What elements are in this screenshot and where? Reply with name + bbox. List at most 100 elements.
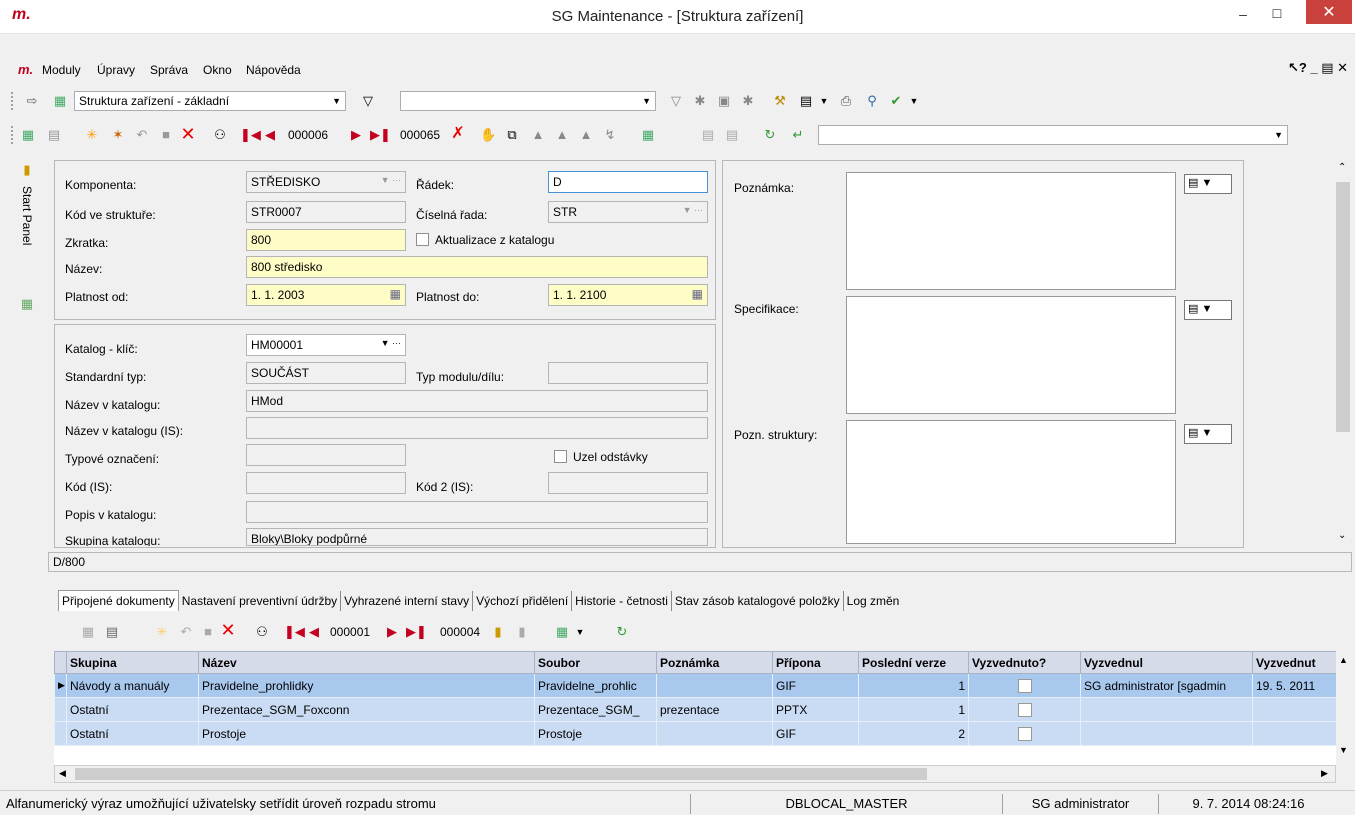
cell-poznamka[interactable] <box>656 673 773 698</box>
menu-napoveda[interactable]: Nápověda <box>246 63 301 77</box>
katalog-field[interactable]: HM00001 ▼ ··· <box>246 334 406 356</box>
table-row[interactable]: ▶ Návody a manuály Pravidelne_prohlidky … <box>54 673 1345 698</box>
find-icon[interactable]: ⚇ <box>212 127 228 143</box>
specifikace-format-button[interactable]: ▤ ▼ <box>1184 300 1232 320</box>
scroll-left-icon[interactable]: ◀ <box>59 768 66 779</box>
platnost-od-field[interactable]: 1. 1. 2003 ▦ <box>246 284 406 306</box>
cell-vyzvednut[interactable] <box>1252 721 1345 746</box>
std-typ-field[interactable]: SOUČÁST <box>246 362 406 384</box>
record-select[interactable]: ▼ <box>818 125 1288 145</box>
cell-vyzvednul[interactable]: SG administrator [sgadmin <box>1080 673 1253 698</box>
delete-icon[interactable]: ✕ <box>180 125 196 143</box>
col-vyzvednul[interactable]: Vyzvednul <box>1080 651 1253 674</box>
copy-icon[interactable]: ⧉ <box>504 127 520 143</box>
vyzvednuto-checkbox[interactable] <box>1017 702 1032 717</box>
cell-vyzvednut[interactable]: 19. 5. 2011 <box>1252 673 1345 698</box>
table-tools-icon[interactable]: ▦ <box>554 624 570 640</box>
platnost-do-field[interactable]: 1. 1. 2100 ▦ <box>548 284 708 306</box>
open-document-icon[interactable]: ▮ <box>490 624 506 640</box>
col-posledni-verze[interactable]: Poslední verze <box>858 651 969 674</box>
scroll-up-icon[interactable]: ⌃ <box>1338 162 1346 173</box>
tab-historie-cetnosti[interactable]: Historie - četnosti <box>572 591 672 611</box>
next-record-icon[interactable]: ▶ <box>384 624 400 640</box>
filter-select[interactable]: ▼ <box>400 91 656 111</box>
filter-clear-icon[interactable]: ✱ <box>740 93 756 109</box>
report-icon[interactable]: ▤ <box>798 93 814 109</box>
scroll-down-icon[interactable]: ▼ <box>1339 745 1348 755</box>
skupina-field[interactable]: Bloky\Bloky podpůrné <box>246 528 708 546</box>
print-preview-icon[interactable]: ⚲ <box>864 93 880 109</box>
exit-icon[interactable]: ⇨ <box>24 93 40 109</box>
col-vyzvednut[interactable]: Vyzvednut <box>1252 651 1345 674</box>
menu-okno[interactable]: Okno <box>203 63 232 77</box>
col-vyzvednuto[interactable]: Vyzvednuto? <box>968 651 1081 674</box>
cell-vyzvednuto[interactable] <box>968 697 1081 722</box>
grid-icon[interactable]: ▦ <box>80 624 96 640</box>
cell-vyzvednut[interactable] <box>1252 697 1345 722</box>
col-soubor[interactable]: Soubor <box>534 651 657 674</box>
tree-icon[interactable]: ▲ <box>530 127 546 143</box>
table-row[interactable]: Ostatní Prezentace_SGM_Foxconn Prezentac… <box>54 697 1345 722</box>
cell-skupina[interactable]: Ostatní <box>66 721 199 746</box>
first-record-icon[interactable]: ❚◀ <box>240 127 261 143</box>
hand-icon[interactable]: ✋ <box>480 127 496 143</box>
view-select[interactable]: Struktura zařízení - základní ▼ <box>74 91 346 111</box>
zkratka-field[interactable]: 800 <box>246 229 406 251</box>
new-record-icon[interactable]: ✳ <box>154 624 170 640</box>
pozn-struktury-textarea[interactable] <box>846 420 1176 544</box>
nazev-field[interactable]: 800 středisko <box>246 256 708 278</box>
grid-vscrollbar[interactable]: ▲ ▼ <box>1336 651 1352 765</box>
first-record-icon[interactable]: ❚◀ <box>284 624 305 640</box>
col-skupina[interactable]: Skupina <box>66 651 199 674</box>
print-icon[interactable]: ⎙ <box>838 93 854 109</box>
next-record-icon[interactable]: ▶ <box>348 127 364 143</box>
cell-pripona[interactable]: PPTX <box>772 697 859 722</box>
cell-pripona[interactable]: GIF <box>772 721 859 746</box>
minimize-button[interactable]: – <box>1228 0 1258 30</box>
tools-icon[interactable]: ⚒ <box>772 93 788 109</box>
kod-field[interactable]: STR0007 <box>246 201 406 223</box>
calendar-icon[interactable]: ▦ <box>390 287 401 301</box>
cell-pripona[interactable]: GIF <box>772 673 859 698</box>
menu-upravy[interactable]: Úpravy <box>97 63 135 77</box>
chevron-down-icon[interactable]: ▼ <box>816 93 832 109</box>
find-icon[interactable]: ⚇ <box>254 624 270 640</box>
cell-soubor[interactable]: Prezentace_SGM_ <box>534 697 657 722</box>
kod-is-field[interactable] <box>246 472 406 494</box>
prev-record-icon[interactable]: ◀ <box>262 127 278 143</box>
close-button[interactable]: ✕ <box>1306 0 1352 24</box>
import-icon[interactable]: ↵ <box>790 127 806 143</box>
typove-field[interactable] <box>246 444 406 466</box>
form-scrollbar[interactable]: ⌃ ⌄ <box>1334 160 1352 548</box>
kod2-field[interactable] <box>548 472 708 494</box>
menu-moduly[interactable]: Moduly <box>42 63 81 77</box>
scroll-right-icon[interactable]: ▶ <box>1321 768 1328 779</box>
grid-hscrollbar[interactable]: ◀ ▶ <box>54 765 1336 783</box>
undo-icon[interactable]: ↶ <box>178 624 194 640</box>
cancel-filter-icon[interactable]: ✗ <box>450 126 466 142</box>
cell-verze[interactable]: 1 <box>858 673 969 698</box>
filter-edit-icon[interactable]: ▣ <box>716 93 732 109</box>
scroll-thumb[interactable] <box>1336 182 1350 432</box>
form-icon[interactable]: ▤ <box>104 624 120 640</box>
maximize-button[interactable]: ☐ <box>1262 0 1292 30</box>
uzel-checkbox[interactable] <box>554 450 567 463</box>
radek-field[interactable]: D <box>548 171 708 193</box>
tab-pripojene-dokumenty[interactable]: Připojené dokumenty <box>58 590 179 611</box>
table-row[interactable]: Ostatní Prostoje Prostoje GIF 2 <box>54 721 1345 746</box>
cell-soubor[interactable]: Prostoje <box>534 721 657 746</box>
cell-vyzvednuto[interactable] <box>968 673 1081 698</box>
komponenta-field[interactable]: STŘEDISKO ▼ ··· <box>246 171 406 193</box>
specifikace-textarea[interactable] <box>846 296 1176 414</box>
tab-preventivni-udrzba[interactable]: Nastavení preventivní údržby <box>179 591 342 611</box>
collapse-icon[interactable]: ▤ <box>724 127 740 143</box>
start-panel-tab[interactable]: ▮ Start Panel ▦ <box>16 160 40 320</box>
prev-record-icon[interactable]: ◀ <box>306 624 322 640</box>
checkin-icon[interactable]: ▮ <box>514 624 530 640</box>
refresh-icon[interactable]: ↻ <box>762 127 778 143</box>
col-poznamka[interactable]: Poznámka <box>656 651 773 674</box>
cell-verze[interactable]: 1 <box>858 697 969 722</box>
new-record-icon[interactable]: ✳ <box>84 127 100 143</box>
tree-add-icon[interactable]: ▲ <box>554 127 570 143</box>
expand-icon[interactable]: ▤ <box>700 127 716 143</box>
